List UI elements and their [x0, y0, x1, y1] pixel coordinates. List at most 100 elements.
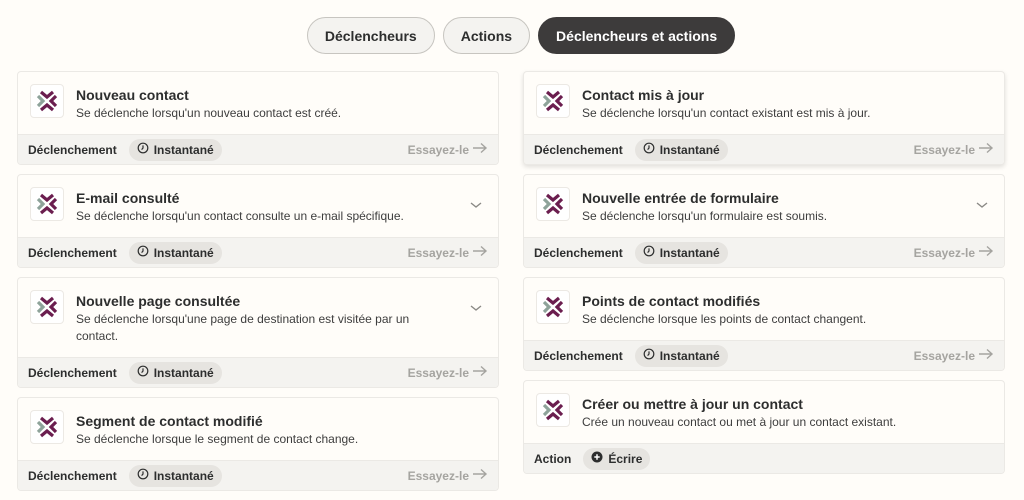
card-footer: Déclenchement Instantané Essayez-le [524, 340, 1004, 370]
try-it-label: Essayez-le [408, 246, 469, 260]
app-logo-icon [30, 187, 64, 221]
status-badge: Instantané [635, 345, 728, 367]
clock-icon [643, 348, 655, 363]
try-it-label: Essayez-le [914, 246, 975, 260]
app-logo-icon [536, 84, 570, 118]
status-badge: Instantané [635, 139, 728, 161]
clock-icon [643, 245, 655, 260]
app-logo-icon [30, 410, 64, 444]
arrow-right-icon [472, 142, 488, 157]
status-badge: Instantané [635, 242, 728, 264]
clock-icon [643, 142, 655, 157]
arrow-right-icon [472, 245, 488, 260]
card-title: Nouvelle entrée de formulaire [582, 189, 827, 207]
card-header: Nouvelle page consultée Se déclenche lor… [18, 278, 498, 345]
try-it-link[interactable]: Essayez-le [408, 468, 488, 483]
card-description: Se déclenche lorsqu'un formulaire est so… [582, 208, 827, 225]
card-footer: Déclenchement Instantané Essayez-le [524, 134, 1004, 164]
clock-icon [137, 245, 149, 260]
card-footer: Déclenchement Instantané Essayez-le [18, 134, 498, 164]
app-logo-icon [536, 393, 570, 427]
try-it-link[interactable]: Essayez-le [914, 142, 994, 157]
action-card[interactable]: Créer ou mettre à jour un contact Crée u… [523, 380, 1005, 474]
try-it-label: Essayez-le [914, 143, 975, 157]
card-footer: Déclenchement Instantané Essayez-le [18, 460, 498, 490]
card-title: Points de contact modifiés [582, 292, 866, 310]
trigger-card[interactable]: Contact mis à jour Se déclenche lorsqu'u… [523, 71, 1005, 165]
card-header: Nouveau contact Se déclenche lorsqu'un n… [18, 72, 498, 122]
card-kind-label: Déclenchement [28, 469, 117, 483]
card-header: E-mail consulté Se déclenche lorsqu'un c… [18, 175, 498, 225]
right-column: Contact mis à jour Se déclenche lorsqu'u… [523, 71, 1005, 474]
trigger-action-filter-tabs: Déclencheurs Actions Déclencheurs et act… [0, 17, 1024, 54]
card-header: Segment de contact modifié Se déclenche … [18, 398, 498, 448]
trigger-card[interactable]: Points de contact modifiés Se déclenche … [523, 277, 1005, 371]
trigger-card[interactable]: E-mail consulté Se déclenche lorsqu'un c… [17, 174, 499, 268]
clock-icon [137, 142, 149, 157]
card-footer: Déclenchement Instantané Essayez-le [18, 357, 498, 387]
card-description: Se déclenche lorsqu'un contact consulte … [76, 208, 404, 225]
try-it-link[interactable]: Essayez-le [408, 142, 488, 157]
card-kind-label: Déclenchement [534, 246, 623, 260]
plus-circle-icon [591, 451, 603, 466]
card-description: Se déclenche lorsqu'une page de destinat… [76, 311, 444, 345]
card-title: E-mail consulté [76, 189, 404, 207]
card-header: Créer ou mettre à jour un contact Crée u… [524, 381, 1004, 431]
badge-label: Instantané [154, 143, 214, 157]
status-badge: Instantané [129, 242, 222, 264]
try-it-link[interactable]: Essayez-le [914, 348, 994, 363]
arrow-right-icon [978, 245, 994, 260]
card-description: Crée un nouveau contact ou met à jour un… [582, 414, 896, 431]
try-it-label: Essayez-le [408, 469, 469, 483]
badge-label: Instantané [154, 246, 214, 260]
card-description: Se déclenche lorsqu'un contact existant … [582, 105, 870, 122]
card-footer: Déclenchement Instantané Essayez-le [18, 237, 498, 267]
tab-triggers[interactable]: Déclencheurs [307, 17, 435, 54]
try-it-link[interactable]: Essayez-le [408, 365, 488, 380]
card-title: Nouvelle page consultée [76, 292, 444, 310]
badge-label: Instantané [660, 246, 720, 260]
try-it-link[interactable]: Essayez-le [914, 245, 994, 260]
arrow-right-icon [978, 142, 994, 157]
arrow-right-icon [472, 468, 488, 483]
chevron-down-icon[interactable] [974, 197, 990, 213]
badge-label: Instantané [660, 349, 720, 363]
card-title: Nouveau contact [76, 86, 341, 104]
trigger-card[interactable]: Segment de contact modifié Se déclenche … [17, 397, 499, 491]
card-footer: Action Écrire [524, 443, 1004, 473]
status-badge: Instantané [129, 362, 222, 384]
app-logo-icon [536, 187, 570, 221]
arrow-right-icon [978, 348, 994, 363]
app-logo-icon [30, 84, 64, 118]
tab-actions[interactable]: Actions [443, 17, 530, 54]
badge-label: Écrire [608, 452, 642, 466]
card-kind-label: Action [534, 452, 571, 466]
status-badge: Écrire [583, 448, 650, 470]
card-kind-label: Déclenchement [28, 366, 117, 380]
trigger-card[interactable]: Nouvelle page consultée Se déclenche lor… [17, 277, 499, 388]
trigger-card[interactable]: Nouveau contact Se déclenche lorsqu'un n… [17, 71, 499, 165]
card-title: Segment de contact modifié [76, 412, 358, 430]
card-description: Se déclenche lorsqu'un nouveau contact e… [76, 105, 341, 122]
card-kind-label: Déclenchement [28, 143, 117, 157]
chevron-down-icon[interactable] [468, 300, 484, 316]
status-badge: Instantané [129, 465, 222, 487]
card-kind-label: Déclenchement [534, 349, 623, 363]
card-kind-label: Déclenchement [534, 143, 623, 157]
arrow-right-icon [472, 365, 488, 380]
badge-label: Instantané [154, 366, 214, 380]
card-description: Se déclenche lorsque les points de conta… [582, 311, 866, 328]
badge-label: Instantané [660, 143, 720, 157]
status-badge: Instantané [129, 139, 222, 161]
card-title: Créer ou mettre à jour un contact [582, 395, 896, 413]
tab-triggers-and-actions[interactable]: Déclencheurs et actions [538, 17, 735, 54]
trigger-card[interactable]: Nouvelle entrée de formulaire Se déclenc… [523, 174, 1005, 268]
clock-icon [137, 468, 149, 483]
app-logo-icon [30, 290, 64, 324]
app-logo-icon [536, 290, 570, 324]
chevron-down-icon[interactable] [468, 197, 484, 213]
card-title: Contact mis à jour [582, 86, 870, 104]
try-it-link[interactable]: Essayez-le [408, 245, 488, 260]
card-header: Contact mis à jour Se déclenche lorsqu'u… [524, 72, 1004, 122]
card-description: Se déclenche lorsque le segment de conta… [76, 431, 358, 448]
